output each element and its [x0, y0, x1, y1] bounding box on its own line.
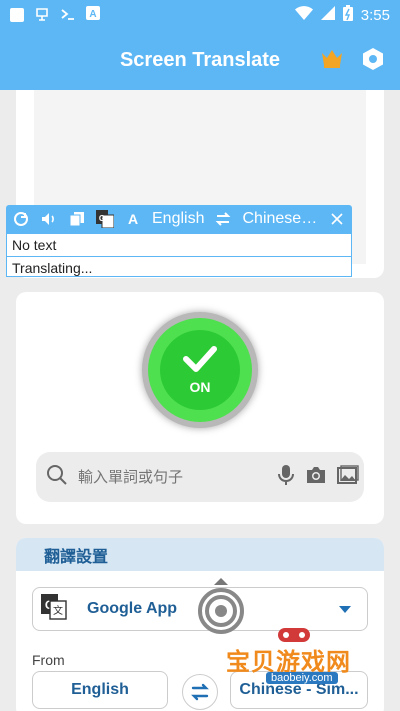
dropdown-arrow-icon [339, 605, 351, 613]
google-translate-icon[interactable]: G [96, 210, 114, 228]
font-size-icon[interactable]: A [124, 210, 142, 228]
check-icon [183, 345, 217, 377]
status-bar: A 3:55 [0, 0, 400, 30]
copy-icon[interactable] [68, 210, 86, 228]
watermark-url: baobeiy.com [266, 672, 338, 684]
refresh-icon[interactable] [12, 210, 30, 228]
terminal-icon [60, 7, 76, 24]
power-core: ON [160, 330, 240, 410]
google-translate-icon: G文 [41, 593, 67, 625]
wifi-icon [294, 6, 313, 24]
search-bar [36, 452, 364, 502]
signal-icon [320, 6, 335, 24]
floating-translate-bar[interactable]: G A English Chinese… [6, 205, 352, 233]
app-bar: Screen Translate [0, 30, 400, 90]
swap-languages-button[interactable] [182, 674, 218, 710]
clock: 3:55 [360, 6, 390, 24]
crown-icon[interactable] [320, 48, 344, 73]
settings-header: 翻譯設置 [16, 538, 384, 571]
battery-icon [342, 5, 353, 25]
app-notif-icon [34, 6, 50, 25]
power-button[interactable]: ON [142, 312, 258, 428]
power-label: ON [189, 378, 211, 395]
engine-label: Google App [87, 600, 178, 617]
app-title: Screen Translate [119, 48, 281, 71]
source-text: No text [12, 237, 57, 253]
search-input[interactable] [78, 468, 277, 486]
close-icon[interactable] [328, 210, 346, 228]
image-icon[interactable] [337, 464, 359, 490]
watermark-logo: 宝贝游戏网 baobeiy.com [226, 624, 376, 684]
from-language-button[interactable]: English [32, 671, 168, 709]
speaker-icon[interactable] [40, 210, 58, 228]
swap-icon[interactable] [214, 210, 232, 228]
main-card: ON [16, 292, 384, 524]
camera-icon[interactable] [305, 465, 327, 490]
svg-text:G: G [99, 214, 105, 223]
svg-text:文: 文 [53, 604, 63, 617]
search-icon [46, 464, 68, 491]
from-label: From [32, 652, 65, 668]
floating-result-box: No text Translating... [6, 233, 352, 277]
svg-text:A: A [89, 9, 96, 20]
power-ring: ON [148, 318, 252, 422]
settings-icon[interactable] [362, 47, 384, 76]
translation-text: Translating... [7, 256, 351, 278]
source-language[interactable]: English [152, 210, 204, 228]
microphone-icon[interactable] [277, 464, 295, 491]
overlay-handle-arrow [214, 578, 228, 585]
target-language[interactable]: Chinese… [242, 210, 317, 228]
a-icon: A [86, 5, 100, 25]
square-icon [10, 8, 24, 22]
